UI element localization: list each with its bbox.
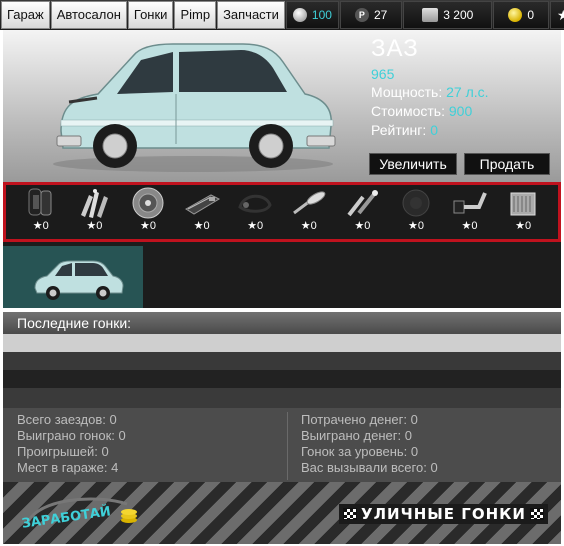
stats-panel: Всего заездов: 0 Выиграно гонок: 0 Проиг… [3,408,561,482]
part-stars: ★0 [407,220,424,232]
power-spec: Мощность: 27 л.с. [371,84,489,100]
clutch-disc-icon [132,187,164,219]
timing-belt-icon [238,194,272,213]
money-value: 3 200 [443,8,474,22]
power-label: Мощность: [371,84,443,100]
points-counter: P 27 [339,1,403,29]
part-stars: ★0 [461,220,478,232]
tire-icon [28,188,52,216]
top-nav: Гараж Автосалон Гонки Pimp Запчасти 100 … [0,0,564,30]
part-slot-exhaust[interactable]: ★0 [287,187,331,237]
spark-plugs-icon [81,189,109,218]
part-stars: ★0 [32,220,49,232]
radiator-icon [510,192,536,216]
part-slot-radiator[interactable]: ★0 [501,187,545,237]
cost-value: 900 [448,103,473,119]
turbo-icon [402,189,430,217]
ecu-chip-icon [184,194,220,215]
stats-left-column: Всего заездов: 0 Выиграно гонок: 0 Проиг… [17,412,126,476]
stat-races-per-level: Гонок за уровень: 0 [301,444,419,459]
exhaust-muffler-icon [292,191,326,215]
garage-slots [3,242,561,308]
stats-divider [287,412,288,480]
nav-dealership-button[interactable]: Автосалон [50,1,127,29]
stats-right-column: Потрачено денег: 0 Выиграно денег: 0 Гон… [301,412,438,476]
nav-races-button[interactable]: Гонки [127,1,174,29]
part-slot-turbo[interactable]: ★0 [394,187,438,237]
shock-absorber-icon [347,190,379,217]
garage-slot-1[interactable] [3,246,143,308]
part-stars: ★0 [247,220,264,232]
game-window: Гараж Автосалон Гонки Pimp Запчасти 100 … [0,0,564,546]
part-stars: ★0 [193,220,210,232]
part-stars: ★0 [86,220,103,232]
part-slot-tire[interactable]: ★0 [19,187,63,237]
rating-label: Рейтинг: [371,122,427,138]
street-racing-title: УЛИЧНЫЕ ГОНКИ [361,505,526,523]
stat-losses: Проигрышей: 0 [17,444,109,459]
car-thumbnail [34,260,124,300]
sell-button[interactable]: Продать [464,153,550,175]
part-stars: ★0 [354,220,371,232]
race-row [3,370,561,388]
power-value: 27 л.с. [446,84,489,100]
part-slot-suspension[interactable]: ★0 [340,187,384,237]
points-icon: P [354,8,369,22]
stat-garage-slots: Мест в гараже: 4 [17,460,119,475]
checkered-flag-icon [343,508,357,520]
cost-spec: Стоимость: 900 [371,103,472,119]
car-id-value: 965 [371,66,395,82]
part-stars: ★0 [139,220,156,232]
part-slot-spark-plugs[interactable]: ★0 [72,187,116,237]
points-value: 27 [373,8,388,22]
part-slot-ecu[interactable]: ★0 [180,187,224,237]
footer-banner: ЗАРАБОТАЙ УЛИЧНЫЕ ГОНКИ [3,482,561,544]
upgrade-button[interactable]: Увеличить [369,153,457,175]
stat-total-runs: Всего заездов: 0 [17,412,117,427]
earn-logo-link[interactable]: ЗАРАБОТАЙ [17,494,145,532]
stat-races-won: Выиграно гонок: 0 [17,428,126,443]
gold-value: 0 [527,8,535,22]
fuel-value: 100 [311,8,332,22]
star-icon: ★ [557,7,564,23]
part-stars: ★0 [515,220,532,232]
gold-coin-icon [508,8,523,22]
race-row [3,352,561,370]
stars-counter: ★ 1 [550,1,564,29]
recent-races-header: Последние гонки: [3,312,561,334]
fuel-counter: 100 [285,1,339,29]
race-row [3,334,561,352]
part-stars: ★0 [300,220,317,232]
nav-parts-button[interactable]: Запчасти [217,1,285,29]
stat-money-won: Выиграно денег: 0 [301,428,412,443]
stat-money-spent: Потрачено денег: 0 [301,412,418,427]
intake-pipe-icon [453,192,487,214]
nav-pimp-button[interactable]: Pimp [174,1,217,29]
car-name: ЗАЗ [371,35,419,62]
race-row [3,388,561,408]
nav-garage-button[interactable]: Гараж [1,1,50,29]
part-slot-clutch[interactable]: ★0 [126,187,170,237]
car-image [53,43,336,172]
cost-label: Стоимость: [371,103,445,119]
rating-spec: Рейтинг: 0 [371,122,438,138]
part-slot-belt[interactable]: ★0 [233,187,277,237]
stat-challenged-total: Вас вызывали всего: 0 [301,460,438,475]
gold-counter: 0 [493,1,550,29]
earn-logo-icon: ЗАРАБОТАЙ [21,497,137,532]
money-icon [422,8,439,22]
checkered-flag-icon [529,508,544,520]
parts-strip: ★0 ★0 ★0 ★0 ★0 ★0 ★0 ★0 ★0 ★0 [3,182,561,242]
earn-logo-text: ЗАРАБОТАЙ [21,503,112,530]
fuel-drop-icon [292,8,307,22]
money-counter: 3 200 [403,1,493,29]
street-racing-logo: УЛИЧНЫЕ ГОНКИ [339,504,548,524]
part-slot-intake[interactable]: ★0 [448,187,492,237]
car-panel: ЗАЗ 965 Мощность: 27 л.с. Стоимость: 900… [3,30,561,182]
rating-value: 0 [430,122,438,138]
